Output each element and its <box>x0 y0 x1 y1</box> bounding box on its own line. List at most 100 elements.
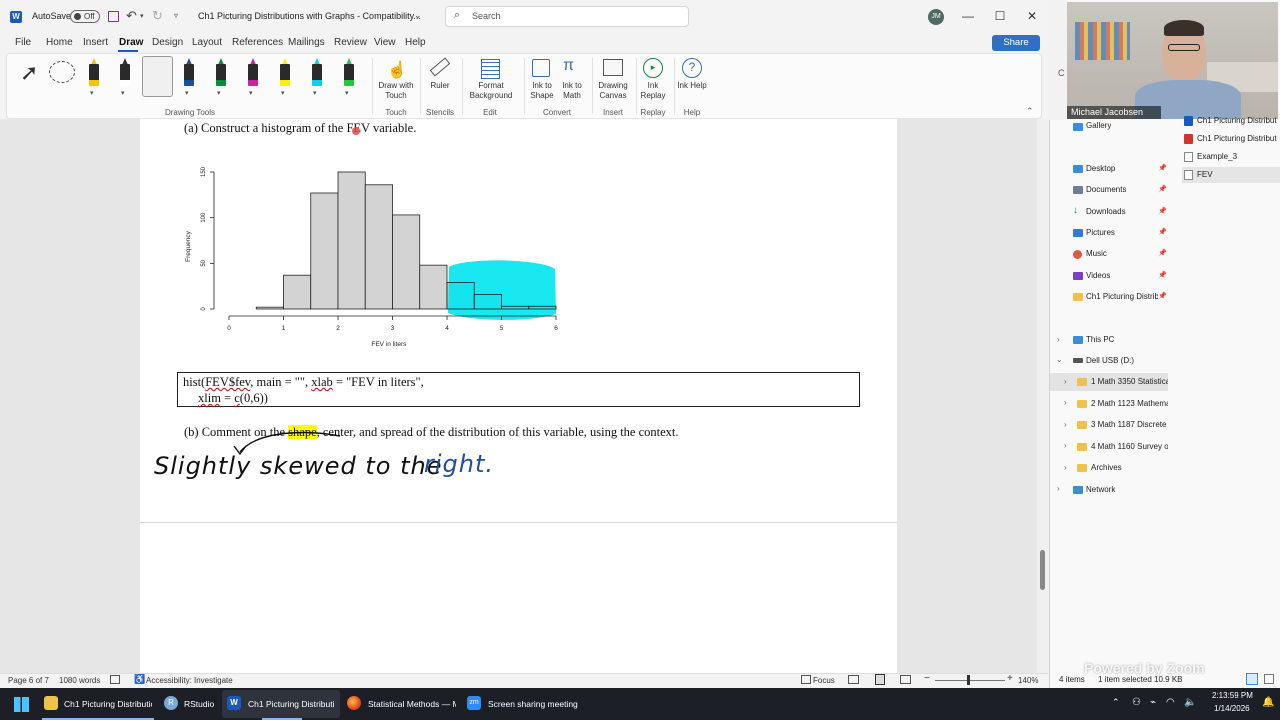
ruler-button[interactable]: Ruler <box>422 81 458 91</box>
recent-file[interactable]: Ch1 Picturing Distribut <box>1197 134 1280 143</box>
recent-file[interactable]: Ch1 Picturing Distribut <box>1197 116 1280 125</box>
taskbar-zoom[interactable]: Screen sharing meeting <box>488 688 578 720</box>
taskbar-rstudio[interactable]: RStudio <box>184 688 214 720</box>
nav-gallery[interactable]: Gallery <box>1086 121 1111 130</box>
tab-insert[interactable]: Insert <box>83 37 108 48</box>
tab-draw[interactable]: Draw <box>119 37 143 48</box>
nav-pictures[interactable]: Pictures <box>1086 228 1115 237</box>
redo-icon[interactable]: ↻ <box>152 8 163 24</box>
accessibility-status[interactable]: Accessibility: Investigate <box>146 676 233 685</box>
wifi-icon[interactable]: ◠ <box>1166 697 1175 708</box>
taskbar-firefox[interactable]: Statistical Methods — M <box>368 688 456 720</box>
pen-6-icon[interactable] <box>246 58 260 88</box>
tab-review[interactable]: Review <box>334 37 367 48</box>
word-count[interactable]: 1080 words <box>59 676 100 685</box>
autosave-toggle[interactable]: Off <box>70 10 100 23</box>
clock-date[interactable]: 1/14/2026 <box>1214 703 1250 715</box>
pen-5-icon[interactable] <box>214 58 228 88</box>
pen-1-icon[interactable] <box>87 58 101 88</box>
close-icon[interactable]: ✕ <box>1022 8 1042 24</box>
collapse-chevron-icon[interactable]: ⌄ <box>1056 355 1063 364</box>
clock-time[interactable]: 2:13:59 PM <box>1212 690 1253 702</box>
start-icon[interactable] <box>14 697 29 712</box>
ink-to-shape-button[interactable]: Ink to Shape <box>527 81 557 101</box>
collapse-ribbon-icon[interactable]: ⌃ <box>1026 106 1034 117</box>
tab-mailings[interactable]: Mailings <box>288 37 325 48</box>
nav-downloads[interactable]: Downloads <box>1086 207 1126 216</box>
search-box[interactable]: ⌕ Search <box>445 6 689 27</box>
pen-dropdown-icon[interactable]: ▾ <box>121 89 125 97</box>
ink-help-icon[interactable]: ? <box>682 58 702 78</box>
folder-item[interactable]: 3 Math 1187 Discrete M <box>1091 420 1168 429</box>
folder-item[interactable]: 2 Math 1123 Mathema <box>1091 399 1168 408</box>
folder-item[interactable]: 1 Math 3350 Statistical <box>1091 377 1168 386</box>
nav-usb-drive[interactable]: Dell USB (D:) <box>1086 356 1134 365</box>
expand-chevron-icon[interactable]: › <box>1064 420 1067 429</box>
tab-references[interactable]: References <box>232 37 283 48</box>
web-layout-icon[interactable] <box>900 675 911 684</box>
read-mode-icon[interactable] <box>848 675 859 684</box>
taskbar-explorer[interactable]: Ch1 Picturing Distributio <box>64 688 152 720</box>
drawing-canvas-icon[interactable] <box>603 59 623 76</box>
tab-help[interactable]: Help <box>405 37 426 48</box>
page-indicator[interactable]: Page 6 of 7 <box>8 676 49 685</box>
pen-dropdown-icon[interactable]: ▾ <box>249 89 253 97</box>
network-tray-icon[interactable]: ⚇ <box>1132 697 1141 708</box>
tab-home[interactable]: Home <box>46 37 73 48</box>
share-button[interactable]: Share <box>992 35 1040 51</box>
maximize-icon[interactable]: ☐ <box>990 8 1010 24</box>
nav-network[interactable]: Network <box>1086 485 1115 494</box>
proofing-icon[interactable] <box>110 675 120 684</box>
undo-dropdown-icon[interactable]: ▾ <box>140 12 144 20</box>
ink-to-shape-icon[interactable] <box>532 59 550 77</box>
pen-dropdown-icon[interactable]: ▾ <box>313 89 317 97</box>
ink-to-math-icon[interactable]: π <box>563 57 574 75</box>
lasso-select-icon[interactable] <box>49 61 75 83</box>
zoom-level[interactable]: 140% <box>1018 676 1038 685</box>
ink-replay-icon[interactable]: ▸ <box>643 58 663 78</box>
focus-button[interactable]: Focus <box>813 676 835 685</box>
recent-file[interactable]: Example_3 <box>1197 152 1280 161</box>
pen-4-icon[interactable] <box>182 58 196 88</box>
undo-icon[interactable]: ↶ <box>126 8 137 24</box>
tab-view[interactable]: View <box>374 37 396 48</box>
refresh-icon[interactable]: C <box>1058 68 1065 78</box>
zoom-slider-thumb[interactable] <box>967 675 970 685</box>
scroll-thumb[interactable] <box>1040 550 1045 590</box>
avatar[interactable]: JM <box>928 9 944 25</box>
focus-icon[interactable] <box>801 675 811 684</box>
format-background-icon[interactable] <box>481 59 500 79</box>
tab-layout[interactable]: Layout <box>192 37 222 48</box>
usb-tray-icon[interactable]: ⌁ <box>1150 697 1156 708</box>
taskbar-word[interactable]: Ch1 Picturing Distributi <box>248 688 336 720</box>
tab-design[interactable]: Design <box>152 37 183 48</box>
tiles-view-icon[interactable] <box>1264 674 1274 684</box>
expand-chevron-icon[interactable]: › <box>1064 377 1067 386</box>
minimize-icon[interactable]: — <box>958 8 978 24</box>
zoom-slider[interactable] <box>935 680 1005 681</box>
nav-desktop[interactable]: Desktop <box>1086 164 1115 173</box>
drawing-canvas-button[interactable]: Drawing Canvas <box>594 81 632 101</box>
nav-this-pc[interactable]: This PC <box>1086 335 1114 344</box>
pen-dropdown-icon[interactable]: ▾ <box>90 89 94 97</box>
zoom-out-icon[interactable]: − <box>924 673 930 684</box>
customize-qat-icon[interactable]: ▿ <box>174 11 178 20</box>
recent-file[interactable]: FEV <box>1197 170 1280 179</box>
nav-documents[interactable]: Documents <box>1086 185 1126 194</box>
folder-item[interactable]: 4 Math 1160 Survey of <box>1091 442 1168 451</box>
ink-replay-button[interactable]: Ink Replay <box>638 81 668 101</box>
tab-file[interactable]: File <box>15 37 31 48</box>
pen-8-icon[interactable] <box>310 58 324 88</box>
volume-icon[interactable]: 🔈 <box>1184 697 1196 708</box>
pen-9-icon[interactable] <box>342 58 356 88</box>
pen-2-icon[interactable] <box>118 58 132 88</box>
details-view-icon[interactable] <box>1246 673 1258 685</box>
notification-bell-icon[interactable]: 🔔 <box>1262 697 1274 708</box>
expand-chevron-icon[interactable]: › <box>1064 463 1067 472</box>
expand-chevron-icon[interactable]: › <box>1064 441 1067 450</box>
expand-chevron-icon[interactable]: › <box>1057 484 1060 493</box>
pen-dropdown-icon[interactable]: ▾ <box>185 89 189 97</box>
pen-7-icon[interactable] <box>278 58 292 88</box>
title-chevron-icon[interactable]: ⌄ <box>414 10 422 21</box>
ink-to-math-button[interactable]: Ink to Math <box>557 81 587 101</box>
